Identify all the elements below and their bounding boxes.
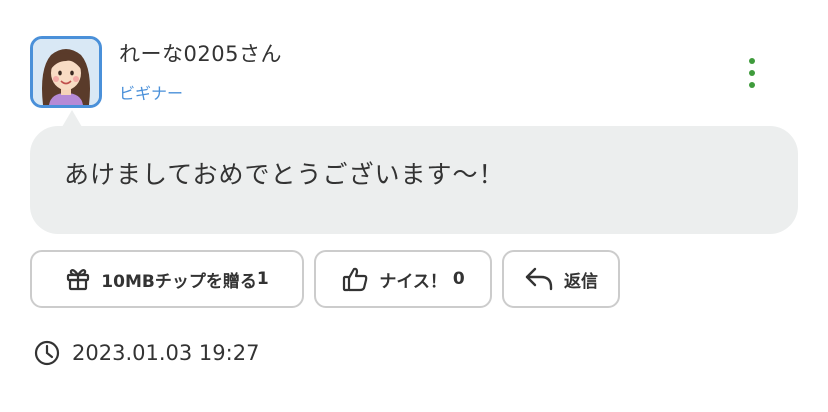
kebab-menu-icon[interactable] — [744, 58, 760, 88]
user-rank-badge: ビギナー — [119, 84, 184, 103]
clock-icon — [34, 340, 60, 366]
like-label: ナイス！ — [379, 271, 447, 292]
gift-icon — [65, 266, 91, 292]
like-button[interactable]: ナイス！ 0 — [314, 250, 492, 308]
chip-count: 1 — [256, 269, 269, 289]
send-chip-button[interactable]: 10MBチップを贈る 1 — [30, 250, 304, 308]
avatar-illustration — [33, 39, 99, 105]
timestamp-text: 2023.01.03 19:27 — [72, 341, 260, 365]
reply-icon — [524, 266, 554, 292]
reply-label: 返信 — [564, 271, 598, 292]
avatar[interactable] — [30, 36, 102, 108]
like-count: 0 — [452, 269, 465, 289]
comment-card: れーな0205さん ビギナー あけましておめでとうございます〜！ 10MBチップ… — [0, 0, 828, 412]
reply-button[interactable]: 返信 — [502, 250, 620, 308]
message-text: あけましておめでとうございます〜！ — [64, 160, 505, 189]
thumbs-up-icon — [341, 265, 369, 293]
send-chip-label: 10MBチップを贈る — [101, 271, 257, 292]
post-timestamp: 2023.01.03 19:27 — [34, 340, 259, 366]
username[interactable]: れーな0205さん — [119, 38, 282, 68]
speech-bubble-tail — [62, 110, 82, 127]
